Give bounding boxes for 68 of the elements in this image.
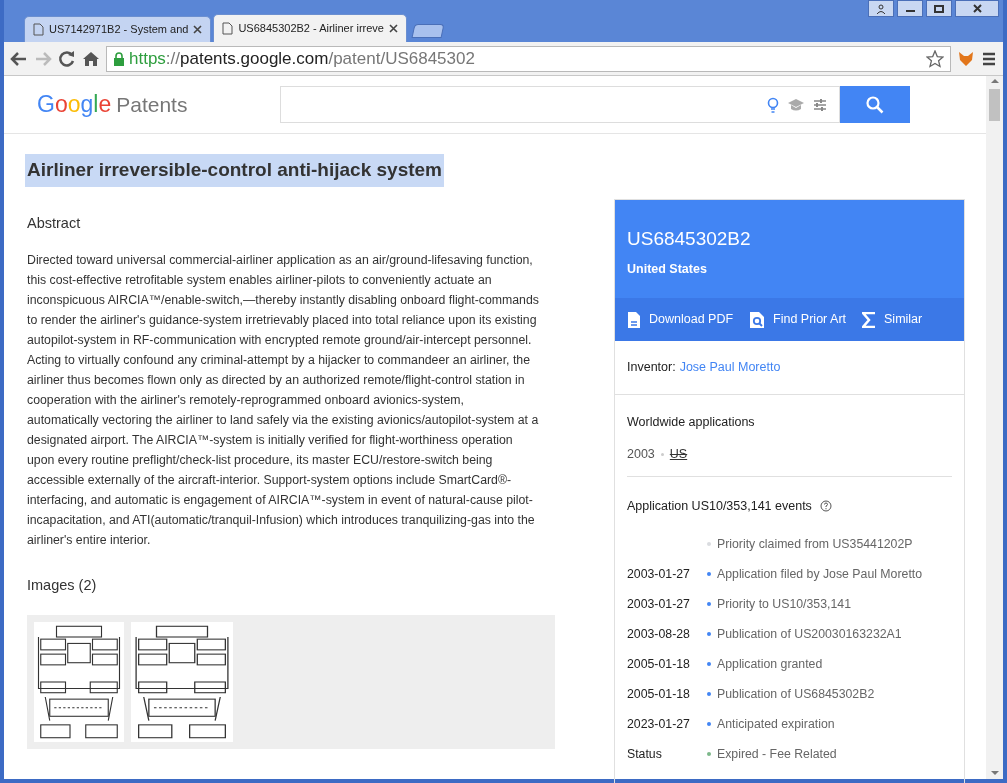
close-icon <box>972 4 982 13</box>
browser-tab[interactable]: US6845302B2 - Airliner irreve <box>213 14 407 42</box>
event-description: Priority to US10/353,141 <box>717 596 851 614</box>
inventor-link[interactable]: Jose Paul Moretto <box>679 358 781 377</box>
sliders-icon[interactable] <box>813 97 827 112</box>
scroll-up-icon[interactable] <box>990 78 999 84</box>
patent-country: United States <box>627 260 708 278</box>
star-icon[interactable] <box>926 49 944 68</box>
abstract-text: Directed toward universal commercial-airliner application as an air/ground-lifesaving function, this cost-effective retrofitable system enables airliner-pilots to conveniently actuate an inconspicuous AIRCIA™/enable-switch,—thereby instantly disabling onboard flight-commands to render the airliner's guidance-system irretrievably placed into total reliance upon its existing autopilot-system in RF-communication with encrypted remote ground/air-intercept personnel. Acting to virtually confound any criminal-attempt by a hijacker to commandeer an airliner, the airliner thus becomes flown only as directed by an authorized remote/flight-control station in cooperation with the airliner's remotely-reprogrammed onboard avionics-system, automatically vectoring the airliner to land safely via the existing avionics/autopilot-system at a designated airport. The AIRCIA™-system is initially verified for flight-worthiness operation upon every routine preflight/check-list procedure, its master ECU/restore-switch being accessible externally of the aircraft-interior. Support-system options include SmartCard®-interfacing, and automatic is engagement of AIRCIA™-system in event of natural-cause pilot-incapacitation, and ATI(automatic/tranquil-Infusion) which introduces tranquilizing-gas into the airliner's entire interior. <box>27 252 539 550</box>
patent-drawing-thumbnail[interactable] <box>131 622 233 742</box>
scrollbar[interactable] <box>986 76 1003 779</box>
sigma-icon <box>862 311 876 328</box>
country-link[interactable]: US <box>669 444 688 464</box>
search-button[interactable] <box>840 86 910 123</box>
minimize-button[interactable] <box>897 0 923 17</box>
close-icon[interactable] <box>193 25 203 34</box>
home-icon[interactable] <box>82 49 100 68</box>
event-description: Anticipated expiration <box>717 716 835 734</box>
person-icon <box>876 3 886 14</box>
lock-icon <box>113 51 125 66</box>
event-description: Publication of US6845302B2 <box>717 686 875 704</box>
event-date: 2003-01-27 <box>627 566 691 584</box>
new-tab-button[interactable] <box>411 24 445 38</box>
images-heading: Images (2) <box>27 576 98 596</box>
event-description: Priority claimed from US35441202P <box>717 536 913 554</box>
event-description: Application granted <box>717 656 823 674</box>
search-icon <box>866 95 884 114</box>
abstract-heading: Abstract <box>27 213 82 233</box>
event-date: Status <box>627 746 663 764</box>
document-icon <box>627 310 641 329</box>
profile-button[interactable] <box>868 0 894 17</box>
close-icon[interactable] <box>388 24 398 33</box>
lightbulb-icon[interactable] <box>767 96 779 113</box>
events-heading: Application US10/353,141 events <box>627 497 812 515</box>
patent-title: Airliner irreversible-control anti-hijack system <box>25 154 444 187</box>
similar-button[interactable]: Similar <box>862 310 923 330</box>
address-bar[interactable]: https://patents.google.com/patent/US6845302 <box>106 45 951 72</box>
search-field[interactable] <box>280 86 840 123</box>
download-pdf-button[interactable]: Download PDF <box>627 310 734 330</box>
back-icon[interactable] <box>10 49 28 68</box>
event-description: Expired - Fee Related <box>717 746 837 764</box>
find-prior-art-button[interactable]: Find Prior Art <box>749 310 846 330</box>
event-description: Publication of US20030163232A1 <box>717 626 902 644</box>
reload-icon[interactable] <box>58 49 76 68</box>
document-icon <box>33 23 44 36</box>
event-date: 2005-01-18 <box>627 656 691 674</box>
help-icon[interactable] <box>819 499 832 512</box>
patent-drawing-thumbnail[interactable] <box>34 622 124 742</box>
scroll-down-icon[interactable] <box>990 770 999 776</box>
browser-tab[interactable]: US7142971B2 - System and <box>24 16 212 42</box>
url-text: https://patents.google.com/patent/US6845302 <box>129 47 475 70</box>
event-date: 2023-01-27 <box>627 716 691 734</box>
fox-extension-icon[interactable] <box>957 49 975 68</box>
magnifier-document-icon <box>749 310 766 329</box>
patent-number: US6845302B2 <box>627 227 752 251</box>
event-description: Application filed by Jose Paul Moretto <box>717 566 923 584</box>
inventor-label: Inventor: <box>627 359 676 377</box>
worldwide-heading: Worldwide applications <box>627 414 756 431</box>
menu-icon[interactable] <box>981 50 997 67</box>
google-patents-logo[interactable]: Google Patents <box>37 87 280 122</box>
application-year: 2003 <box>627 445 655 463</box>
event-date: 2003-01-27 <box>627 596 691 614</box>
scrollbar-thumb[interactable] <box>989 89 1000 121</box>
close-button[interactable] <box>955 0 999 17</box>
event-date: 2005-01-18 <box>627 686 691 704</box>
maximize-button[interactable] <box>926 0 952 17</box>
event-date: 2003-08-28 <box>627 626 691 644</box>
document-icon <box>222 22 234 35</box>
